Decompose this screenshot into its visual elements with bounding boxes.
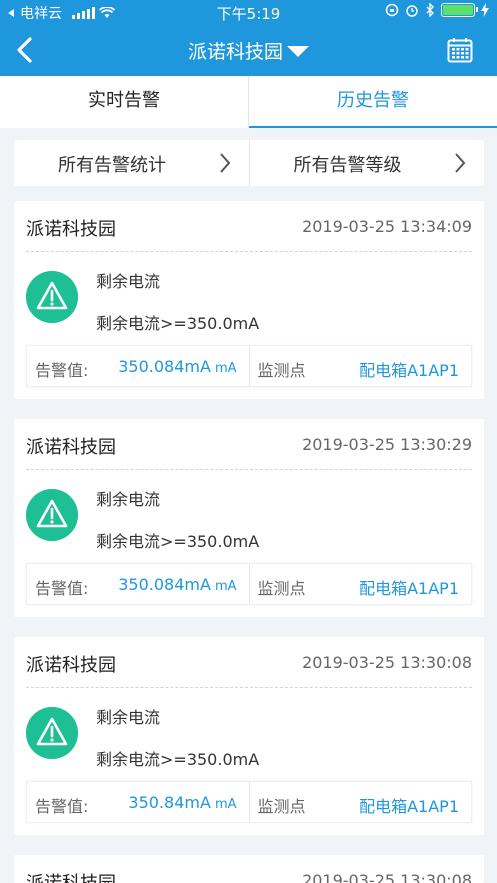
alarm-icon [406, 5, 418, 17]
alarm-condition: 剩余电流>=350.0mA [96, 750, 260, 769]
alarm-type: 剩余电流 [96, 708, 161, 727]
monitor-point-label: 监测点 [257, 579, 306, 598]
filter-alarm-statistics[interactable]: 所有告警统计 [14, 140, 249, 186]
page-title: 派诺科技园 [187, 41, 283, 63]
alarm-site: 派诺科技园 [26, 869, 116, 883]
filter-label: 所有告警等级 [293, 155, 402, 176]
alarm-value-unit: mA [214, 361, 237, 376]
alarm-detail-row: 告警值: 350.084mA mA 监测点 配电箱A1AP1 [26, 563, 472, 605]
chevron-right-icon [219, 153, 230, 173]
monitor-point: 配电箱A1AP1 [359, 797, 459, 816]
triangle-down-icon [287, 45, 309, 57]
alarm-card[interactable]: 派诺科技园 2019-03-25 13:34:09 剩余电流 剩余电流>=350… [14, 201, 484, 399]
warning-icon [26, 489, 78, 541]
alarm-card[interactable]: 派诺科技园 2019-03-25 13:30:08 [14, 855, 484, 883]
divider [26, 251, 472, 252]
site-selector[interactable]: 派诺科技园 [0, 37, 497, 64]
alarm-detail-row: 告警值: 350.84mA mA 监测点 配电箱A1AP1 [26, 781, 472, 823]
bluetooth-icon [426, 3, 434, 17]
alarm-value: 350.084mA [118, 575, 211, 594]
alarm-time: 2019-03-25 13:30:29 [302, 435, 472, 454]
tab-bar: 实时告警 历史告警 [0, 76, 497, 128]
alarm-time: 2019-03-25 13:30:08 [302, 871, 472, 883]
alarm-card[interactable]: 派诺科技园 2019-03-25 13:30:29 剩余电流 剩余电流>=350… [14, 419, 484, 617]
monitor-point-label: 监测点 [257, 361, 306, 380]
alarm-condition: 剩余电流>=350.0mA [96, 532, 260, 551]
alarm-site: 派诺科技园 [26, 437, 116, 458]
nav-bar: 派诺科技园 [0, 24, 497, 76]
orientation-lock-icon [385, 3, 399, 17]
alarm-condition: 剩余电流>=350.0mA [96, 314, 260, 333]
chevron-right-icon [455, 153, 466, 173]
warning-icon [26, 707, 78, 759]
alarm-value-unit: mA [214, 797, 237, 812]
divider [26, 469, 472, 470]
alarm-value: 350.84mA [128, 793, 211, 812]
alarm-time: 2019-03-25 13:34:09 [302, 217, 472, 236]
warning-icon [26, 271, 78, 323]
alarm-site: 派诺科技园 [26, 219, 116, 240]
calendar-icon[interactable] [447, 37, 473, 63]
alarm-value-label: 告警值: [35, 797, 89, 816]
filter-label: 所有告警统计 [58, 155, 166, 176]
monitor-point: 配电箱A1AP1 [359, 579, 459, 598]
divider [26, 687, 472, 688]
alarm-type: 剩余电流 [96, 272, 161, 291]
charging-icon [481, 3, 489, 17]
monitor-point: 配电箱A1AP1 [359, 361, 459, 380]
monitor-point-label: 监测点 [257, 797, 306, 816]
alarm-value: 350.084mA [118, 357, 211, 376]
tab-realtime-alarms[interactable]: 实时告警 [0, 76, 248, 128]
alarm-value-unit: mA [214, 579, 237, 594]
alarm-detail-row: 告警值: 350.084mA mA 监测点 配电箱A1AP1 [26, 345, 472, 387]
alarm-site: 派诺科技园 [26, 655, 116, 676]
alarm-value-label: 告警值: [35, 579, 89, 598]
alarm-type: 剩余电流 [96, 490, 161, 509]
battery-icon [441, 3, 478, 17]
alarm-card[interactable]: 派诺科技园 2019-03-25 13:30:08 剩余电流 剩余电流>=350… [14, 637, 484, 835]
filter-bar: 所有告警统计 所有告警等级 [14, 140, 484, 186]
alarm-time: 2019-03-25 13:30:08 [302, 653, 472, 672]
tab-history-alarms[interactable]: 历史告警 [249, 76, 497, 128]
alarm-value-label: 告警值: [35, 361, 89, 380]
filter-alarm-level[interactable]: 所有告警等级 [250, 140, 485, 186]
status-bar: 电祥云 下午5:19 [0, 0, 497, 24]
